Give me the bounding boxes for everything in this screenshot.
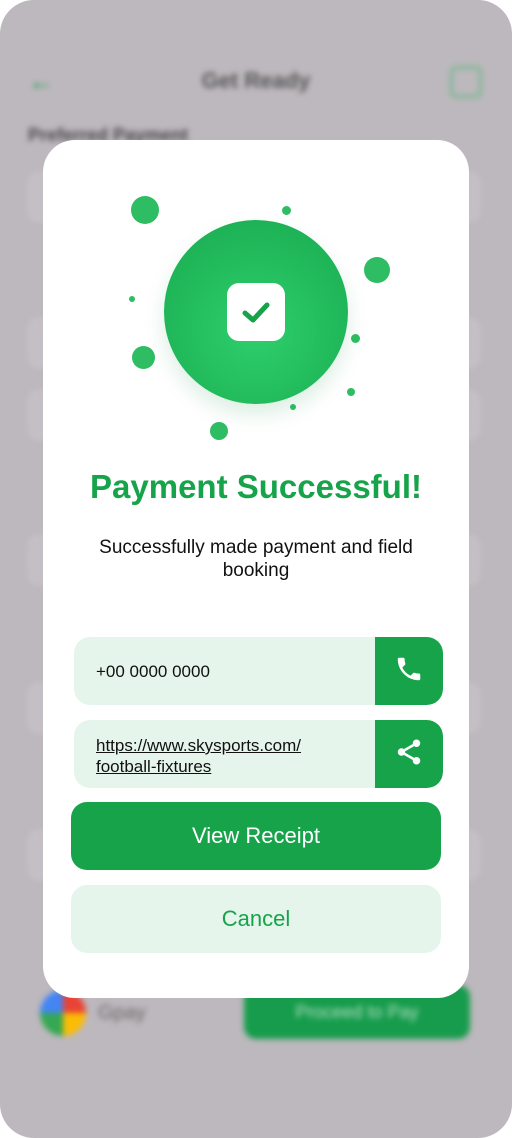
success-title: Payment Successful! [90,468,422,505]
decor-dot [290,404,296,410]
decor-dot [131,196,159,224]
decor-dot [347,388,355,396]
payment-method-label: Gpay [98,1002,146,1024]
payment-success-modal: Payment Successful! Successfully made pa… [43,140,469,998]
phone-row: +00 0000 0000 [74,637,443,705]
phone-screen: ← Get Ready Preferred Payment Gpay Proce… [0,0,512,1138]
decor-dot [132,346,155,369]
decor-dot [351,334,360,343]
success-illustration [43,140,469,460]
decor-dot [282,206,291,215]
booking-link[interactable]: https://www.skysports.com/ football-fixt… [96,735,301,777]
link-line-1: https://www.skysports.com/ [96,736,301,755]
decor-dot [364,257,390,283]
link-row: https://www.skysports.com/ football-fixt… [74,720,443,788]
share-icon [394,737,424,772]
phone-icon [394,654,424,689]
decor-dot [210,422,228,440]
receipt-icon [450,66,482,98]
checkmark-icon [227,283,285,341]
background-page-title: Get Ready [201,68,311,93]
decor-dot [129,296,135,302]
link-line-2: football-fixtures [96,757,212,776]
phone-number: +00 0000 0000 [96,662,210,681]
success-subtitle: Successfully made payment and field book… [99,537,413,581]
cancel-button[interactable]: Cancel [71,885,441,953]
success-circle [164,220,348,404]
share-button[interactable] [375,720,443,788]
call-button[interactable] [375,637,443,705]
view-receipt-button[interactable]: View Receipt [71,802,441,870]
